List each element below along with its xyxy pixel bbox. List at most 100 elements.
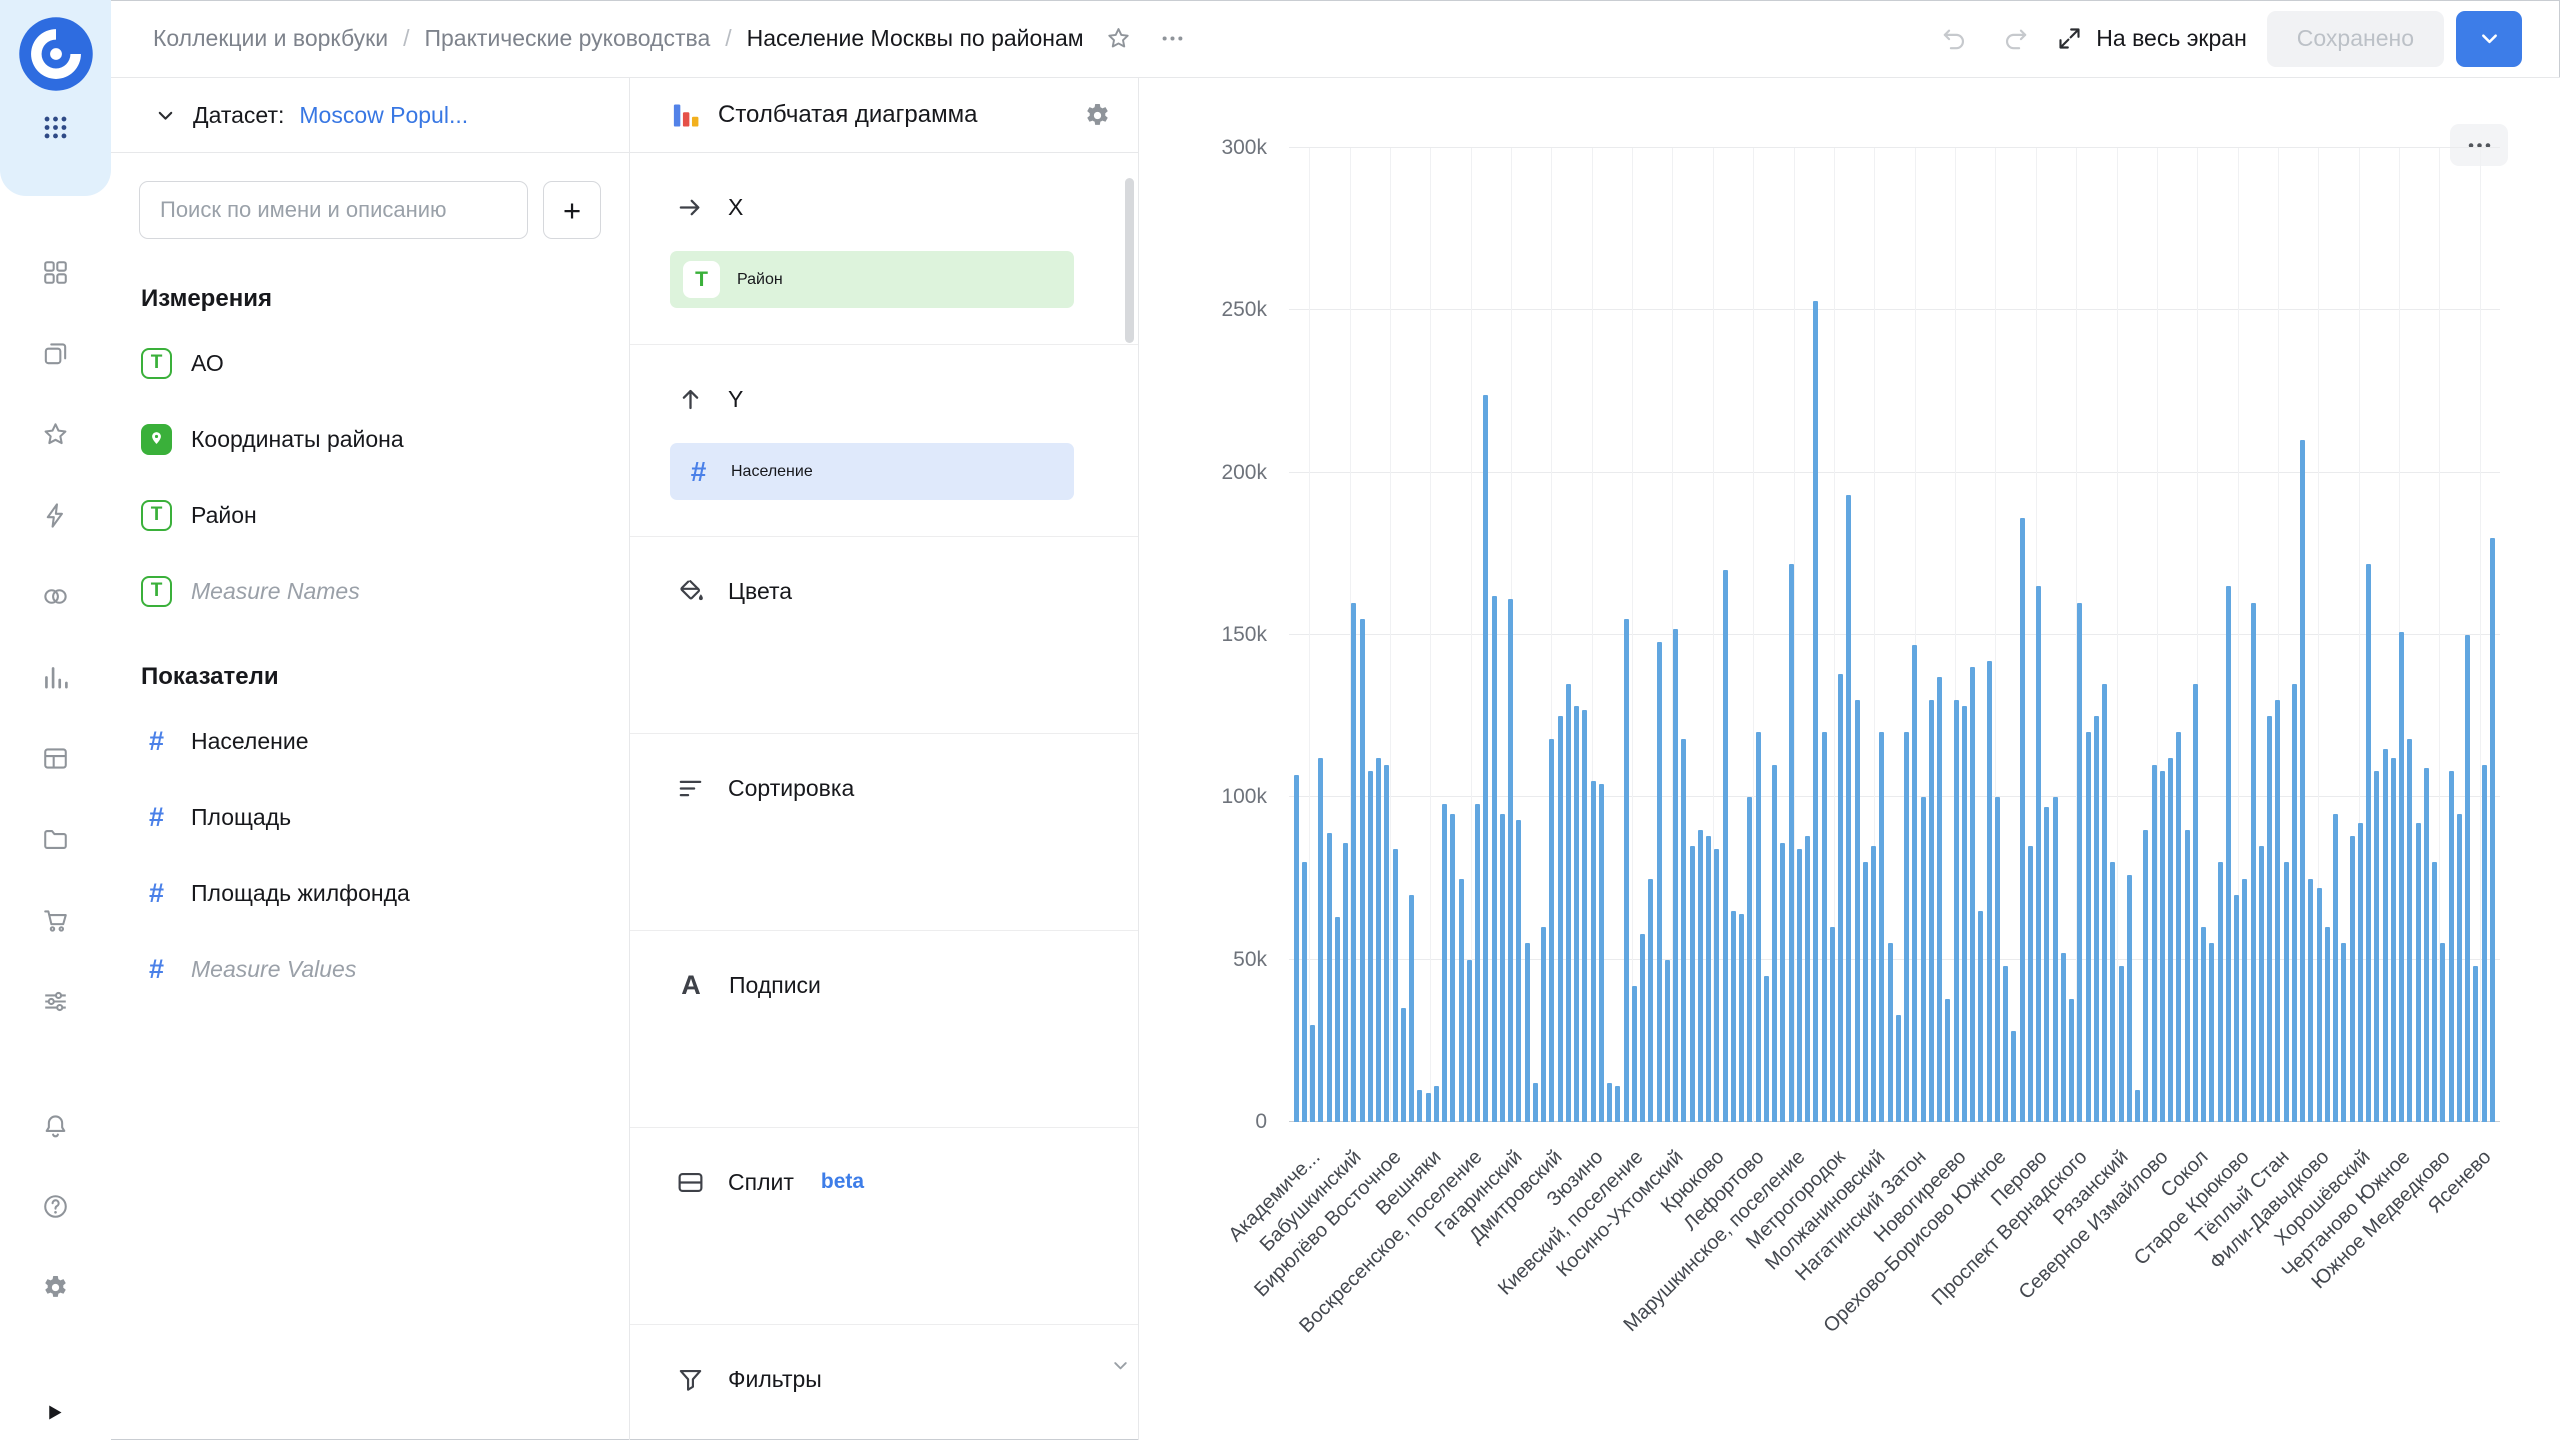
bar[interactable]: [1459, 879, 1464, 1123]
bar[interactable]: [2416, 823, 2421, 1122]
bar[interactable]: [2358, 823, 2363, 1122]
bar[interactable]: [1846, 495, 1851, 1122]
bar[interactable]: [2168, 758, 2173, 1122]
scroll-down-chevron-icon[interactable]: [1109, 1354, 1132, 1382]
labels-section[interactable]: A Подписи: [630, 931, 1138, 1128]
bar[interactable]: [2061, 953, 2066, 1122]
bar[interactable]: [1409, 895, 1414, 1122]
colors-section[interactable]: Цвета: [630, 537, 1138, 734]
bar[interactable]: [1888, 943, 1893, 1122]
bar[interactable]: [1690, 846, 1695, 1122]
bar[interactable]: [2341, 943, 2346, 1122]
bar[interactable]: [2077, 603, 2082, 1122]
question-icon[interactable]: [41, 1192, 70, 1221]
bar[interactable]: [1343, 843, 1348, 1122]
bar[interactable]: [2366, 564, 2371, 1122]
bar[interactable]: [1838, 674, 1843, 1122]
bar[interactable]: [2292, 684, 2297, 1122]
bar[interactable]: [1978, 911, 1983, 1122]
play-icon[interactable]: [44, 1402, 65, 1428]
bar[interactable]: [2003, 966, 2008, 1122]
bar[interactable]: [2407, 739, 2412, 1122]
bar[interactable]: [1698, 830, 1703, 1122]
collapse-chevron-icon[interactable]: [153, 103, 178, 128]
bar[interactable]: [1962, 706, 1967, 1122]
bar[interactable]: [1822, 732, 1827, 1122]
bar[interactable]: [2465, 635, 2470, 1122]
bar[interactable]: [2152, 765, 2157, 1122]
bar[interactable]: [1632, 986, 1637, 1122]
bar[interactable]: [1945, 999, 1950, 1122]
cart-icon[interactable]: [41, 906, 70, 935]
bar[interactable]: [1434, 1086, 1439, 1122]
bar[interactable]: [2094, 716, 2099, 1122]
bar[interactable]: [1294, 775, 1299, 1122]
filters-section[interactable]: Фильтры: [630, 1325, 1138, 1440]
y-field-pill[interactable]: # Население: [670, 443, 1074, 500]
redo-icon[interactable]: [1995, 18, 2036, 59]
bar[interactable]: [2036, 586, 2041, 1122]
bar[interactable]: [1681, 739, 1686, 1122]
bar[interactable]: [2432, 862, 2437, 1122]
bar[interactable]: [1739, 914, 1744, 1122]
bar[interactable]: [1830, 927, 1835, 1122]
bar[interactable]: [2300, 440, 2305, 1122]
linked-circles-icon[interactable]: [41, 582, 70, 611]
bar[interactable]: [1954, 700, 1959, 1122]
bar[interactable]: [2424, 768, 2429, 1122]
bar[interactable]: [2069, 999, 2074, 1122]
bar[interactable]: [1310, 1025, 1315, 1122]
bar[interactable]: [1615, 1086, 1620, 1122]
bar[interactable]: [1492, 596, 1497, 1122]
bar[interactable]: [1417, 1090, 1422, 1122]
more-menu-icon[interactable]: [1153, 19, 1192, 58]
bar[interactable]: [1970, 667, 1975, 1122]
bar[interactable]: [1805, 836, 1810, 1122]
bar[interactable]: [1879, 732, 1884, 1122]
bar[interactable]: [1327, 833, 1332, 1122]
bar[interactable]: [1360, 619, 1365, 1122]
bar[interactable]: [1904, 732, 1909, 1122]
bar[interactable]: [1813, 301, 1818, 1122]
bar-chart-icon[interactable]: [41, 663, 70, 692]
bar[interactable]: [2044, 807, 2049, 1122]
bar[interactable]: [2490, 538, 2495, 1122]
add-field-button[interactable]: +: [543, 181, 601, 239]
bar[interactable]: [1731, 911, 1736, 1122]
bar[interactable]: [2176, 732, 2181, 1122]
bar[interactable]: [2317, 888, 2322, 1122]
bar[interactable]: [2185, 830, 2190, 1122]
bar[interactable]: [2259, 846, 2264, 1122]
field-row[interactable]: Координаты района: [111, 401, 629, 477]
field-row[interactable]: T АО: [111, 325, 629, 401]
bar[interactable]: [1747, 797, 1752, 1122]
bar[interactable]: [2473, 966, 2478, 1122]
bar[interactable]: [1665, 960, 1670, 1122]
bar[interactable]: [2275, 700, 2280, 1122]
bar[interactable]: [2391, 758, 2396, 1122]
favorite-star-button[interactable]: [1099, 19, 1138, 58]
breadcrumb-item-guides[interactable]: Практические руководства: [424, 25, 710, 52]
bar[interactable]: [1442, 804, 1447, 1122]
field-row[interactable]: T Район: [111, 477, 629, 553]
bar[interactable]: [1855, 700, 1860, 1122]
bar[interactable]: [2457, 814, 2462, 1122]
bar[interactable]: [1772, 765, 1777, 1122]
bar[interactable]: [1351, 603, 1356, 1122]
bar[interactable]: [2127, 875, 2132, 1122]
bar[interactable]: [1657, 642, 1662, 1123]
bar[interactable]: [1995, 797, 2000, 1122]
bar[interactable]: [1549, 739, 1554, 1122]
bar[interactable]: [1582, 710, 1587, 1122]
bar[interactable]: [1450, 814, 1455, 1122]
bar[interactable]: [1591, 781, 1596, 1122]
bar[interactable]: [2267, 716, 2272, 1122]
fullscreen-button[interactable]: На весь экран: [2056, 25, 2247, 52]
bar[interactable]: [1541, 927, 1546, 1122]
bar[interactable]: [1401, 1008, 1406, 1122]
bar[interactable]: [1302, 862, 1307, 1122]
field-row[interactable]: # Население: [111, 703, 629, 779]
bar[interactable]: [1987, 661, 1992, 1122]
star-icon[interactable]: [41, 420, 70, 449]
bar[interactable]: [1797, 849, 1802, 1122]
